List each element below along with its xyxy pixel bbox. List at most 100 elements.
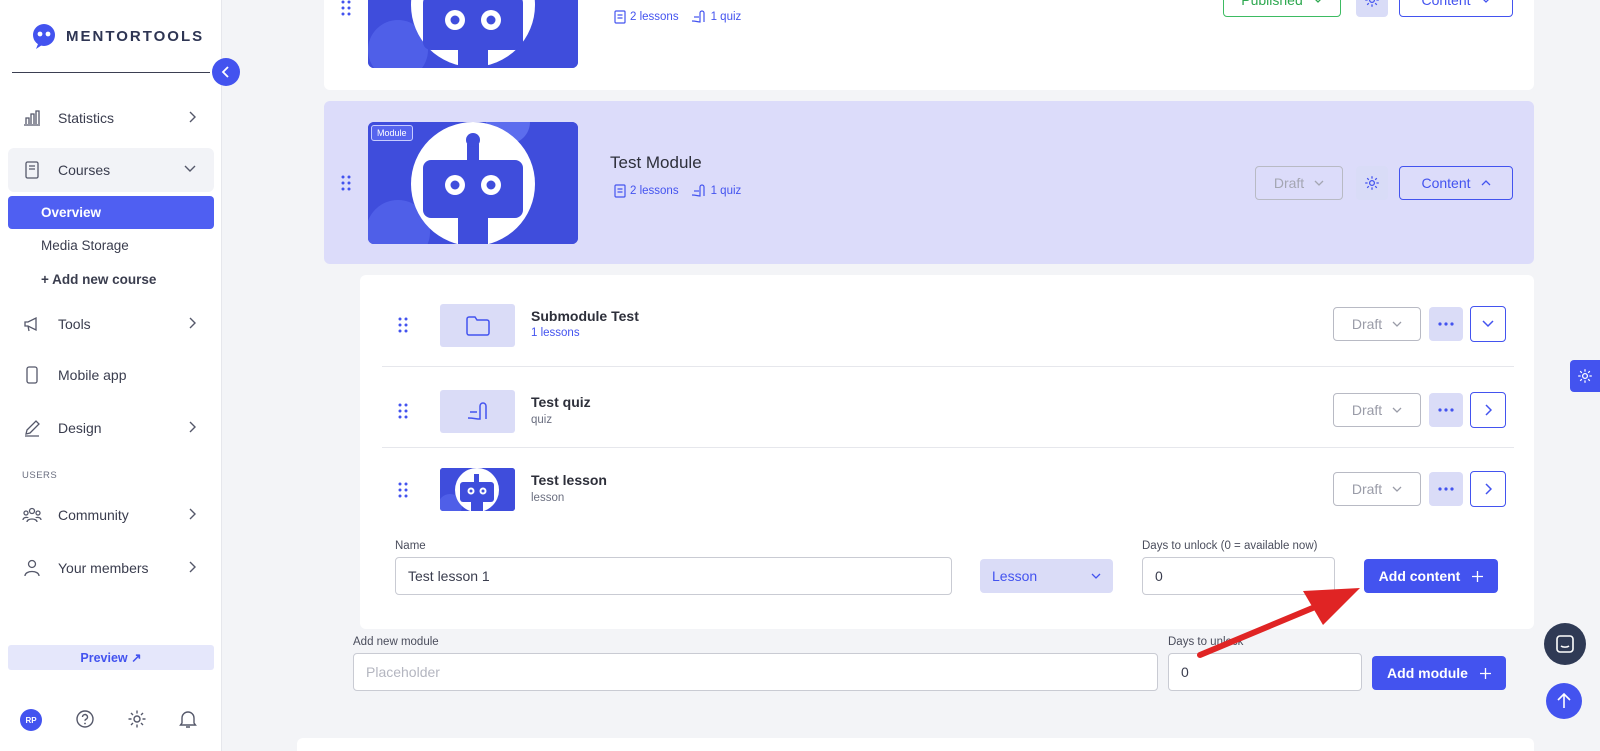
sidebar-subitem-media-storage[interactable]: Media Storage (8, 229, 214, 262)
chevron-down-icon (1392, 321, 1402, 327)
folder-icon (440, 304, 515, 347)
sidebar-item-tools[interactable]: Tools (8, 302, 214, 346)
sidebar-item-design[interactable]: Design (8, 406, 214, 450)
row-subtitle: lesson (531, 492, 565, 504)
collapse-sidebar-button[interactable] (212, 58, 240, 86)
pencil-icon (22, 419, 42, 437)
status-dropdown-draft[interactable]: Draft (1255, 166, 1343, 200)
add-content-label: Add content (1378, 568, 1461, 584)
module-settings-button[interactable] (1356, 0, 1388, 17)
status-dropdown-draft[interactable]: Draft (1333, 307, 1421, 341)
sidebar-item-label: Your members (58, 560, 149, 576)
chevron-right-icon (1485, 483, 1492, 495)
module-title: Test Module (610, 153, 702, 172)
row-title[interactable]: Submodule Test (531, 308, 639, 324)
sidebar-item-courses[interactable]: Courses (8, 148, 214, 192)
new-module-input[interactable]: Placeholder (353, 653, 1158, 691)
lessons-icon (614, 10, 626, 24)
chat-icon (1556, 635, 1574, 653)
brand-logo[interactable]: MENTORTOOLS (30, 22, 204, 50)
avatar[interactable]: RP (20, 709, 42, 731)
content-type-value: Lesson (992, 568, 1038, 584)
add-module-button[interactable]: Add module (1372, 656, 1506, 690)
bar-chart-icon (22, 110, 42, 126)
more-dots-icon (1438, 487, 1454, 491)
lessons-count: 2 lessons (630, 185, 679, 197)
sidebar-subitem-overview[interactable]: Overview (8, 196, 214, 229)
row-divider (382, 447, 1514, 448)
status-dropdown-draft[interactable]: Draft (1333, 472, 1421, 506)
sidebar-item-label: Design (58, 420, 102, 436)
plus-icon (1479, 667, 1491, 679)
more-options-button[interactable] (1429, 307, 1463, 341)
module-content-panel: Submodule Test 1 lessons Draft Test quiz… (360, 275, 1534, 629)
drag-handle-icon[interactable] (398, 403, 408, 419)
gear-icon (1365, 0, 1379, 7)
open-button[interactable] (1470, 392, 1506, 428)
module-thumbnail (368, 0, 578, 68)
content-type-select[interactable]: Lesson (980, 559, 1113, 593)
content-label: Content (1421, 175, 1471, 191)
book-icon (22, 161, 42, 179)
preview-button[interactable]: Preview ↗ (8, 645, 214, 670)
arrow-up-icon (1557, 693, 1571, 708)
sidebar-item-your-members[interactable]: Your members (8, 546, 214, 590)
chevron-down-icon (1482, 0, 1489, 3)
content-name-input[interactable]: Test lesson 1 (395, 557, 952, 595)
chevron-down-icon (1482, 320, 1494, 328)
row-subtitle: 1 lessons (531, 327, 580, 339)
open-button[interactable] (1470, 471, 1506, 507)
drag-handle-icon[interactable] (341, 175, 351, 191)
chevron-right-icon (188, 317, 196, 329)
more-options-button[interactable] (1429, 472, 1463, 506)
floating-settings-button[interactable] (1570, 360, 1600, 392)
chevron-up-icon (1481, 180, 1490, 186)
megaphone-icon (22, 316, 42, 332)
bell-icon[interactable] (179, 709, 197, 729)
logo-divider (12, 72, 210, 73)
chevron-right-icon (188, 561, 196, 573)
expand-button[interactable] (1470, 306, 1506, 342)
sidebar-item-mobile-app[interactable]: Mobile app (8, 353, 214, 397)
module-meta: 2 lessons 1 quiz (614, 184, 741, 198)
add-module-label: Add new module (353, 636, 439, 648)
module-card-published: 2 lessons 1 quiz Published Content (324, 0, 1534, 90)
row-title[interactable]: Test quiz (531, 394, 591, 410)
section-label-users: USERS (22, 470, 58, 481)
sidebar-item-label: Courses (58, 162, 111, 178)
sidebar: MENTORTOOLS Statistics Courses Overview … (0, 0, 222, 751)
help-icon[interactable] (75, 709, 95, 729)
chat-launcher-button[interactable] (1544, 623, 1586, 665)
drag-handle-icon[interactable] (341, 0, 351, 16)
sidebar-item-statistics[interactable]: Statistics (8, 96, 214, 140)
row-divider (382, 366, 1514, 367)
brand-name: MENTORTOOLS (66, 27, 205, 45)
sidebar-item-community[interactable]: Community (8, 493, 214, 537)
status-dropdown-draft[interactable]: Draft (1333, 393, 1421, 427)
module-settings-button[interactable] (1356, 166, 1388, 200)
module-card-test-module[interactable]: Module Test Module 2 lessons 1 quiz Draf… (324, 101, 1534, 264)
chevron-down-icon (1314, 0, 1321, 3)
chevron-right-icon (188, 111, 196, 123)
content-dropdown-button[interactable]: Content (1399, 166, 1513, 200)
content-label: Content (1421, 0, 1471, 8)
settings-gear-icon[interactable] (127, 709, 147, 729)
sidebar-subitem-add-course[interactable]: + Add new course (8, 263, 214, 296)
scroll-to-top-button[interactable] (1546, 683, 1582, 719)
phone-icon (22, 366, 42, 384)
drag-handle-icon[interactable] (398, 317, 408, 333)
days-to-unlock-label: Days to unlock (0 = available now) (1142, 540, 1318, 552)
content-dropdown-button[interactable]: Content (1399, 0, 1513, 17)
chevron-right-icon (188, 508, 196, 520)
chevron-right-icon (1485, 404, 1492, 416)
status-dropdown-published[interactable]: Published (1223, 0, 1341, 17)
plus-icon (1472, 570, 1484, 582)
more-options-button[interactable] (1429, 393, 1463, 427)
chevron-left-icon (221, 66, 229, 78)
drag-handle-icon[interactable] (398, 482, 408, 498)
status-label: Draft (1351, 481, 1383, 497)
add-content-button[interactable]: Add content (1364, 559, 1498, 593)
row-title[interactable]: Test lesson (531, 472, 607, 488)
quiz-count: 1 quiz (710, 11, 742, 23)
quiz-count: 1 quiz (710, 185, 742, 197)
